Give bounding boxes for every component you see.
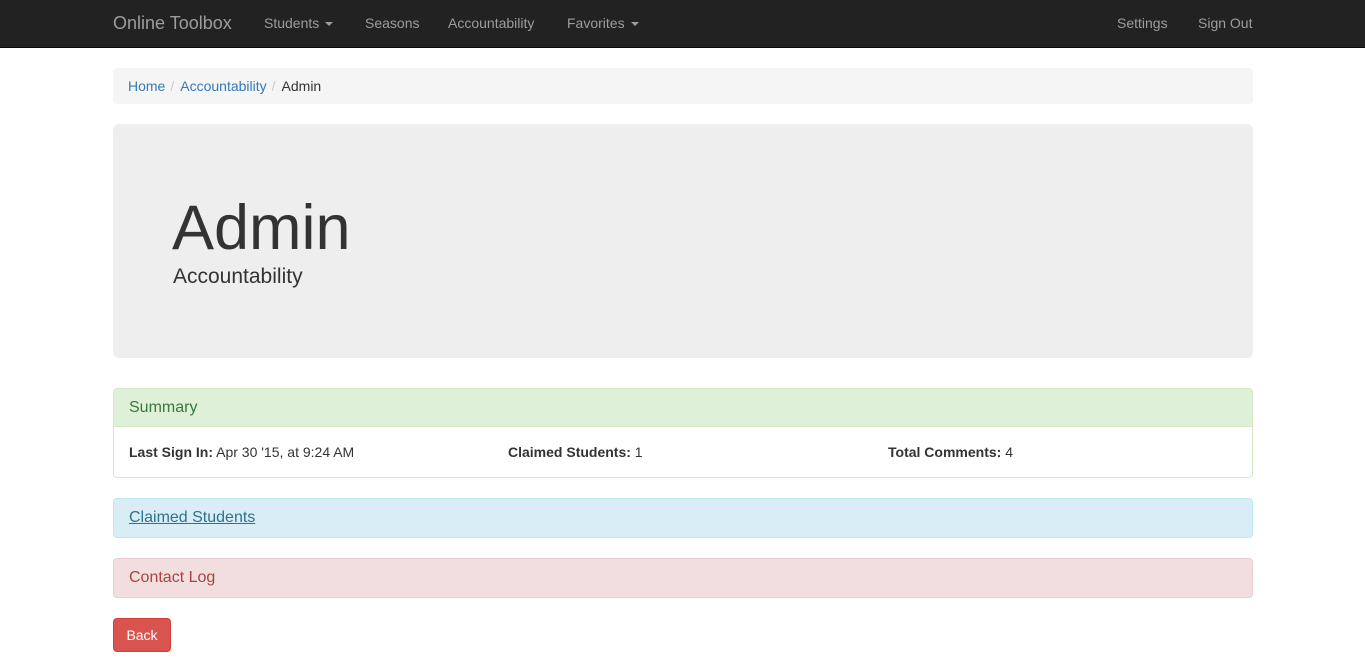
page-subtitle: Accountability: [173, 265, 303, 288]
summary-panel: Summary Last Sign In: Apr 30 '15, at 9:2…: [113, 388, 1253, 478]
nav-students-dropdown[interactable]: Students: [264, 0, 334, 48]
page-header-jumbotron: Admin Accountability: [113, 124, 1253, 358]
claimed-students-heading: Claimed Students: [114, 499, 1252, 537]
back-button[interactable]: Back: [113, 618, 171, 652]
top-navbar: Online Toolbox Students Seasons Accounta…: [0, 0, 1365, 48]
nav-seasons[interactable]: Seasons: [365, 0, 419, 48]
claimed-students-panel: Claimed Students: [113, 498, 1253, 538]
nav-settings[interactable]: Settings: [1117, 0, 1168, 48]
claimed-students-stat: Claimed Students: 1: [508, 427, 643, 477]
nav-favorites-dropdown[interactable]: Favorites: [567, 0, 639, 48]
last-sign-in-value: Apr 30 '15, at 9:24 AM: [216, 444, 355, 460]
breadcrumb: Home / Accountability / Admin: [113, 68, 1253, 104]
claimed-students-label: Claimed Students:: [508, 444, 631, 460]
page-title: Admin: [172, 193, 351, 263]
claimed-students-value: 1: [634, 444, 643, 460]
nav-accountability[interactable]: Accountability: [448, 0, 534, 48]
total-comments-label: Total Comments:: [888, 444, 1002, 460]
nav-favorites-label: Favorites: [567, 15, 625, 31]
brand-link[interactable]: Online Toolbox: [113, 0, 232, 48]
last-sign-in-label: Last Sign In:: [129, 444, 213, 460]
total-comments-value: 4: [1005, 444, 1013, 460]
contact-log-panel: Contact Log: [113, 558, 1253, 598]
caret-down-icon: [630, 22, 639, 27]
nav-students-label: Students: [264, 15, 320, 31]
contact-log-heading[interactable]: Contact Log: [114, 559, 1252, 597]
last-sign-in-stat: Last Sign In: Apr 30 '15, at 9:24 AM: [129, 427, 354, 477]
claimed-students-toggle-link[interactable]: Claimed Students: [129, 509, 255, 526]
breadcrumb-accountability[interactable]: Accountability: [180, 78, 266, 94]
summary-body: Last Sign In: Apr 30 '15, at 9:24 AM Cla…: [114, 427, 1252, 477]
breadcrumb-active: Admin: [281, 78, 322, 94]
breadcrumb-separator: /: [170, 78, 175, 94]
caret-down-icon: [325, 22, 334, 27]
breadcrumb-separator: /: [271, 78, 276, 94]
summary-heading: Summary: [114, 389, 1252, 427]
nav-sign-out[interactable]: Sign Out: [1198, 0, 1252, 48]
total-comments-stat: Total Comments: 4: [888, 427, 1013, 477]
breadcrumb-home[interactable]: Home: [128, 78, 165, 94]
